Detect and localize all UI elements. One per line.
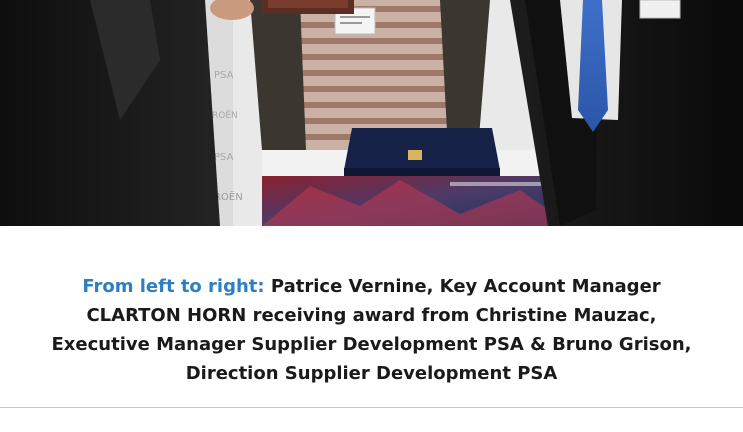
right-person bbox=[510, 0, 743, 226]
banner-text: PSA bbox=[214, 70, 234, 81]
award-photo: PSA ROËN PSA TROËN bbox=[0, 0, 743, 226]
banner-text: ROËN bbox=[212, 110, 238, 121]
photo-caption: From left to right: Patrice Vernine, Key… bbox=[40, 272, 703, 388]
award-box bbox=[344, 128, 500, 176]
caption-lead: From left to right: bbox=[82, 276, 265, 297]
divider bbox=[0, 407, 743, 408]
center-person bbox=[250, 0, 490, 150]
banner-text: PSA bbox=[214, 152, 234, 163]
award-photo-illustration: PSA ROËN PSA TROËN bbox=[0, 0, 743, 226]
